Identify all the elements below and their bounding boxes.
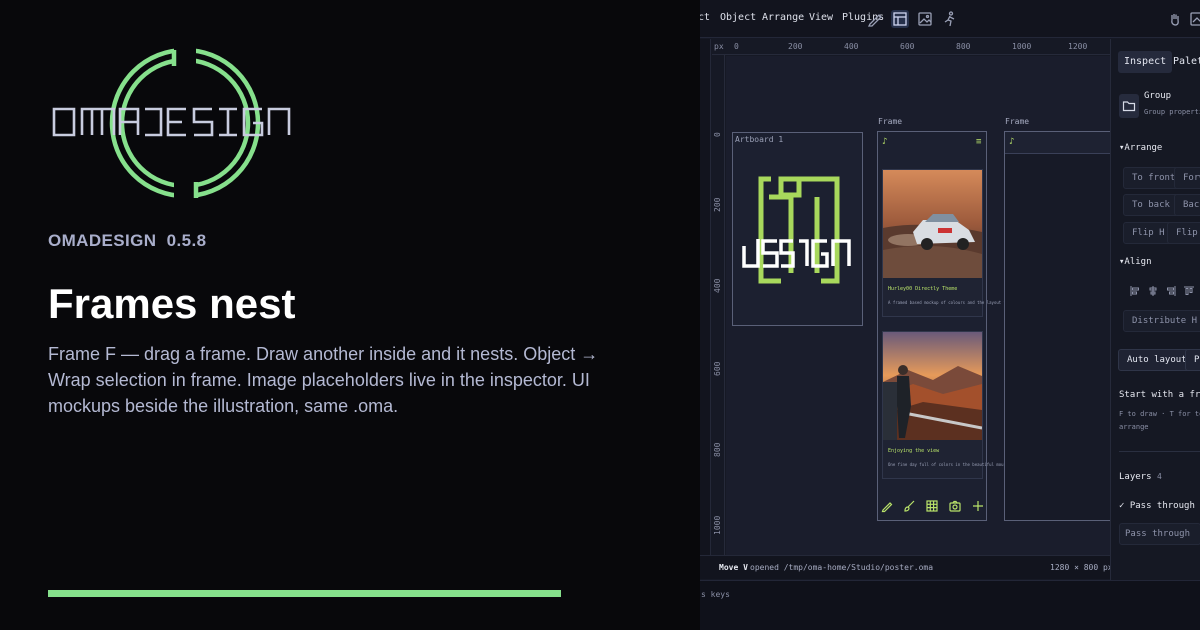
headline: Frames nest [48, 280, 296, 327]
ruler-tick: 800 [713, 442, 722, 457]
ruler-vertical: 0 200 400 600 800 1000 [712, 55, 725, 555]
frame-header: ♪ [1005, 132, 1113, 154]
pen-icon[interactable] [866, 10, 884, 28]
mockup-frame[interactable]: ♪ [1004, 131, 1114, 521]
ruler-tick: 600 [713, 361, 722, 376]
canvas-size: 1280 × 800 px [1050, 563, 1113, 572]
align-center-icon[interactable] [1147, 285, 1159, 297]
brush-icon[interactable] [902, 499, 916, 513]
mockup-card[interactable]: Hurley00 Directly Theme A framed based m… [882, 169, 1016, 317]
mountain-view-image [883, 332, 982, 440]
grid-icon[interactable] [925, 499, 939, 513]
pencil-icon[interactable] [880, 499, 894, 513]
promo-panel: OMADESIGN 0.5.8 Frames nest Frame F — dr… [0, 0, 700, 630]
ruler-tick: 0 [734, 42, 739, 51]
arrange-section-title[interactable]: ▾Arrange [1119, 143, 1162, 153]
rally-car-image [883, 170, 982, 278]
add-icon[interactable] [971, 499, 985, 513]
ruler-tick: 800 [956, 42, 971, 51]
export-icon[interactable] [1188, 10, 1200, 28]
ruler-tick: 400 [844, 42, 859, 51]
frame-label: Frame [1005, 117, 1030, 126]
music-note-icon: ♪ [882, 137, 888, 147]
layers-count: 4 [1156, 472, 1162, 481]
tool-mode: Move V [719, 563, 748, 572]
keys-hint: s keys [701, 590, 730, 599]
selection-subtitle: Group properties [1144, 108, 1200, 116]
design-logo-artwork [742, 176, 851, 284]
tab-inspect[interactable]: Inspect [1118, 51, 1173, 73]
ruler-tick: 1000 [1012, 42, 1032, 51]
to-back-button[interactable]: To back [1123, 194, 1179, 216]
inspector-panel: Inspect Palette Group Group properties ▾… [1110, 39, 1200, 580]
divider [1119, 451, 1200, 452]
menu-arrange[interactable]: Arrange [762, 12, 804, 23]
artboard[interactable]: Artboard 1 [732, 132, 863, 326]
music-note-icon: ♪ [1009, 137, 1015, 147]
menu-view[interactable]: View [809, 12, 833, 23]
menu-bar: ct Object Arrange View Plugins [700, 0, 1200, 38]
backward-button[interactable]: Backward [1174, 194, 1200, 216]
ruler-tick: 600 [900, 42, 915, 51]
card-title: Hurley00 Directly Theme [888, 286, 958, 292]
align-top-icon[interactable] [1183, 285, 1195, 297]
auto-layout-button[interactable]: Auto layout [1118, 349, 1196, 371]
card-title: Enjoying the view [888, 448, 940, 454]
align-right-icon[interactable] [1165, 285, 1177, 297]
preset-button[interactable]: Pr [1185, 349, 1200, 371]
image-icon[interactable] [916, 10, 934, 28]
mockup-card[interactable]: Enjoying the view One fine day full of c… [882, 331, 1018, 479]
forward-button[interactable]: Forward [1174, 167, 1200, 189]
hand-icon[interactable] [1166, 10, 1184, 28]
ruler-tick: 0 [713, 132, 722, 137]
camera-icon[interactable] [948, 499, 962, 513]
card-text: One fine day full of colors in the beaut… [888, 462, 1019, 467]
align-section-title[interactable]: ▾Align [1119, 257, 1152, 267]
artboard-label: Artboard 1 [735, 135, 784, 144]
frame-icon[interactable] [891, 10, 909, 28]
distribute-h-button[interactable]: Distribute H [1123, 310, 1200, 332]
menu-icon[interactable]: ≡ [976, 137, 986, 147]
ruler-tick: 1000 [713, 515, 722, 535]
omadesign-logo [52, 44, 291, 204]
ruler-tick: 1200 [1068, 42, 1088, 51]
ruler-tick: 200 [713, 197, 722, 212]
ruler-unit: px [714, 42, 724, 51]
folder-icon [1119, 94, 1139, 118]
status-bar: Move V opened /tmp/oma-home/Studio/poste… [700, 555, 1113, 579]
flip-h-button[interactable]: Flip H [1123, 222, 1174, 244]
tool-rail [700, 39, 711, 555]
feature-description: Frame F — drag a frame. Draw another ins… [48, 344, 599, 416]
selection-title: Group [1144, 91, 1172, 101]
accent-bar [48, 590, 561, 597]
blend-mode-select[interactable]: Pass through [1119, 523, 1200, 545]
layers-label: Layers [1119, 472, 1152, 482]
flip-v-button[interactable]: Flip V [1167, 222, 1200, 244]
align-left-icon[interactable] [1129, 285, 1141, 297]
version-label: OMADESIGN 0.5.8 [48, 231, 207, 250]
frame-label: Frame [878, 117, 903, 126]
ruler-horizontal: px 0 200 400 600 800 1000 1200 [712, 39, 1110, 55]
menu-object[interactable]: Object [720, 12, 756, 23]
tab-palette[interactable]: Palette [1167, 51, 1200, 73]
ruler-tick: 200 [788, 42, 803, 51]
ruler-tick: 400 [713, 278, 722, 293]
status-message: opened /tmp/oma-home/Studio/poster.oma [750, 563, 934, 572]
mockup-frame[interactable]: ♪ ≡ Hurley00 Directly Theme A framed bas… [877, 131, 1018, 521]
hint-text: arrange [1119, 423, 1149, 431]
hint-text: F to draw · T for text [1119, 410, 1200, 418]
layers-section-title[interactable]: Layers 4 [1119, 472, 1162, 482]
pass-through-checkbox[interactable]: ✓ Pass through [1119, 501, 1195, 511]
card-text: A framed based mockup of colours and the… [888, 300, 1016, 305]
hint-title: Start with a frame [1119, 390, 1200, 400]
menu-select[interactable]: ct [700, 12, 710, 23]
app-window: ct Object Arrange View Plugins px 0 200 … [700, 0, 1200, 630]
bottom-strip: s keys [700, 580, 1200, 630]
figure-icon[interactable] [941, 10, 959, 28]
